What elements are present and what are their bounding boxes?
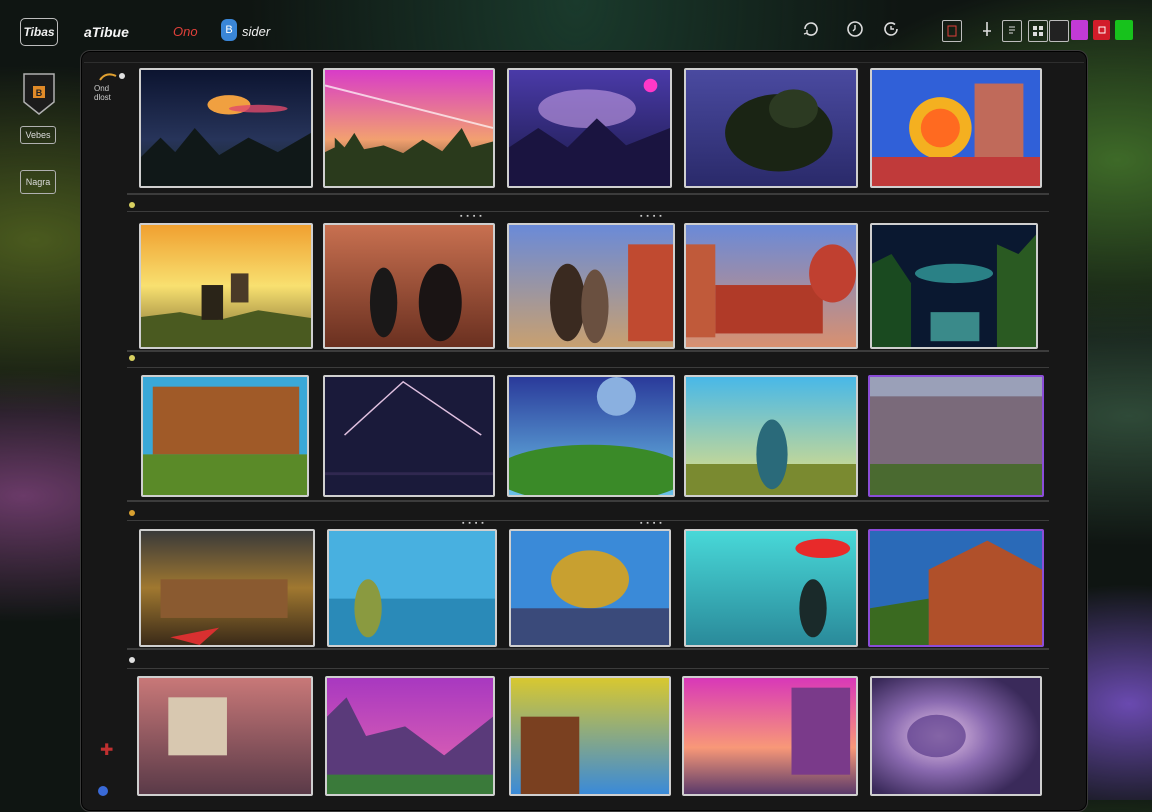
cell-marker: ▪ ▪ ▪ ▪	[462, 520, 485, 527]
thumbnail-brick-mansion[interactable]	[141, 375, 309, 497]
row-indicator[interactable]	[129, 202, 135, 208]
pin-icon[interactable]	[978, 20, 996, 38]
bucket-icon[interactable]: B	[221, 19, 237, 41]
thumbnail-ruined-arcade[interactable]	[868, 375, 1044, 497]
thumbnail-fantasy-village[interactable]	[868, 529, 1044, 647]
row-divider	[127, 367, 1049, 368]
rail-item-nagra[interactable]: Nagra	[20, 170, 56, 194]
thumbnail-space-ship-sunset[interactable]	[139, 68, 313, 188]
arrow-icon	[99, 73, 125, 81]
thumbnail-purple-mountain[interactable]	[507, 68, 672, 188]
cell-marker: ▪ ▪ ▪ ▪	[640, 213, 663, 220]
side-mini-line-1: Ond	[94, 84, 110, 93]
app-title: aTibue	[84, 24, 129, 40]
thumbnail-red-hat-wanderer[interactable]	[684, 529, 858, 647]
row-indicator[interactable]	[129, 510, 135, 516]
thumbnail-waterfall-city[interactable]	[327, 529, 497, 647]
thumbnail-ornate-dome[interactable]	[509, 529, 671, 647]
thumbnail-temple-figures[interactable]	[507, 223, 675, 349]
thumbnail-wooden-house[interactable]	[509, 676, 671, 796]
row-divider	[127, 350, 1049, 352]
panel-icon[interactable]	[1049, 20, 1069, 42]
red-status-label[interactable]: Ono	[173, 24, 198, 39]
thumbnail-sunset-silhouettes[interactable]	[323, 223, 495, 349]
rail-item-vebes[interactable]: Vebes	[20, 126, 56, 144]
row-indicator[interactable]	[129, 657, 135, 663]
row-divider	[127, 193, 1049, 195]
grid-icon[interactable]	[1028, 20, 1048, 42]
thumbnail-golden-ruins[interactable]	[139, 529, 315, 647]
pin-marker-icon: ✚	[100, 742, 114, 759]
thumbnail-blurred-sphere[interactable]	[870, 676, 1042, 796]
thumbnail-red-palace[interactable]	[684, 223, 858, 349]
thumbnail-pink-sky-city[interactable]	[323, 68, 495, 188]
purple-swatch[interactable]	[1071, 20, 1088, 40]
panel-divider	[84, 62, 1084, 63]
status-dot	[98, 786, 108, 796]
refresh-icon[interactable]	[802, 20, 820, 38]
svg-text:B: B	[36, 88, 43, 98]
row-divider	[127, 648, 1049, 650]
row-indicator[interactable]	[129, 355, 135, 361]
layout-icon[interactable]	[942, 20, 962, 42]
history-icon[interactable]	[882, 20, 900, 38]
thumbnail-neon-palace[interactable]	[870, 68, 1042, 188]
thumbnail-purple-cliffs[interactable]	[325, 676, 495, 796]
clock-icon[interactable]	[846, 20, 864, 38]
thumbnail-retro-building[interactable]	[137, 676, 313, 796]
sidebar-label[interactable]: sider	[242, 24, 270, 39]
thumbnail-sunrise-city[interactable]	[682, 676, 858, 796]
cell-marker: ▪ ▪ ▪ ▪	[640, 520, 663, 527]
row-divider	[127, 668, 1049, 669]
side-mini-line-2: dlost	[94, 93, 111, 102]
page-icon[interactable]	[1002, 20, 1022, 42]
thumbnail-grass-warrior[interactable]	[684, 375, 858, 497]
red-swatch[interactable]	[1093, 20, 1110, 40]
shield-badge[interactable]: B	[22, 72, 56, 116]
side-mini-info: Ond dlost	[94, 70, 130, 102]
thumbnail-laser-night[interactable]	[323, 375, 495, 497]
thumbnail-bush-night[interactable]	[684, 68, 858, 188]
row-divider	[127, 520, 1049, 521]
app-logo[interactable]: Tibas	[20, 18, 58, 46]
cell-marker: ▪ ▪ ▪ ▪	[460, 213, 483, 220]
green-swatch[interactable]	[1115, 20, 1133, 40]
thumbnail-starry-forest[interactable]	[870, 223, 1038, 349]
row-divider	[127, 500, 1049, 502]
thumbnail-blue-planet[interactable]	[507, 375, 675, 497]
thumbnail-golden-sunset[interactable]	[139, 223, 313, 349]
row-divider	[127, 211, 1049, 212]
